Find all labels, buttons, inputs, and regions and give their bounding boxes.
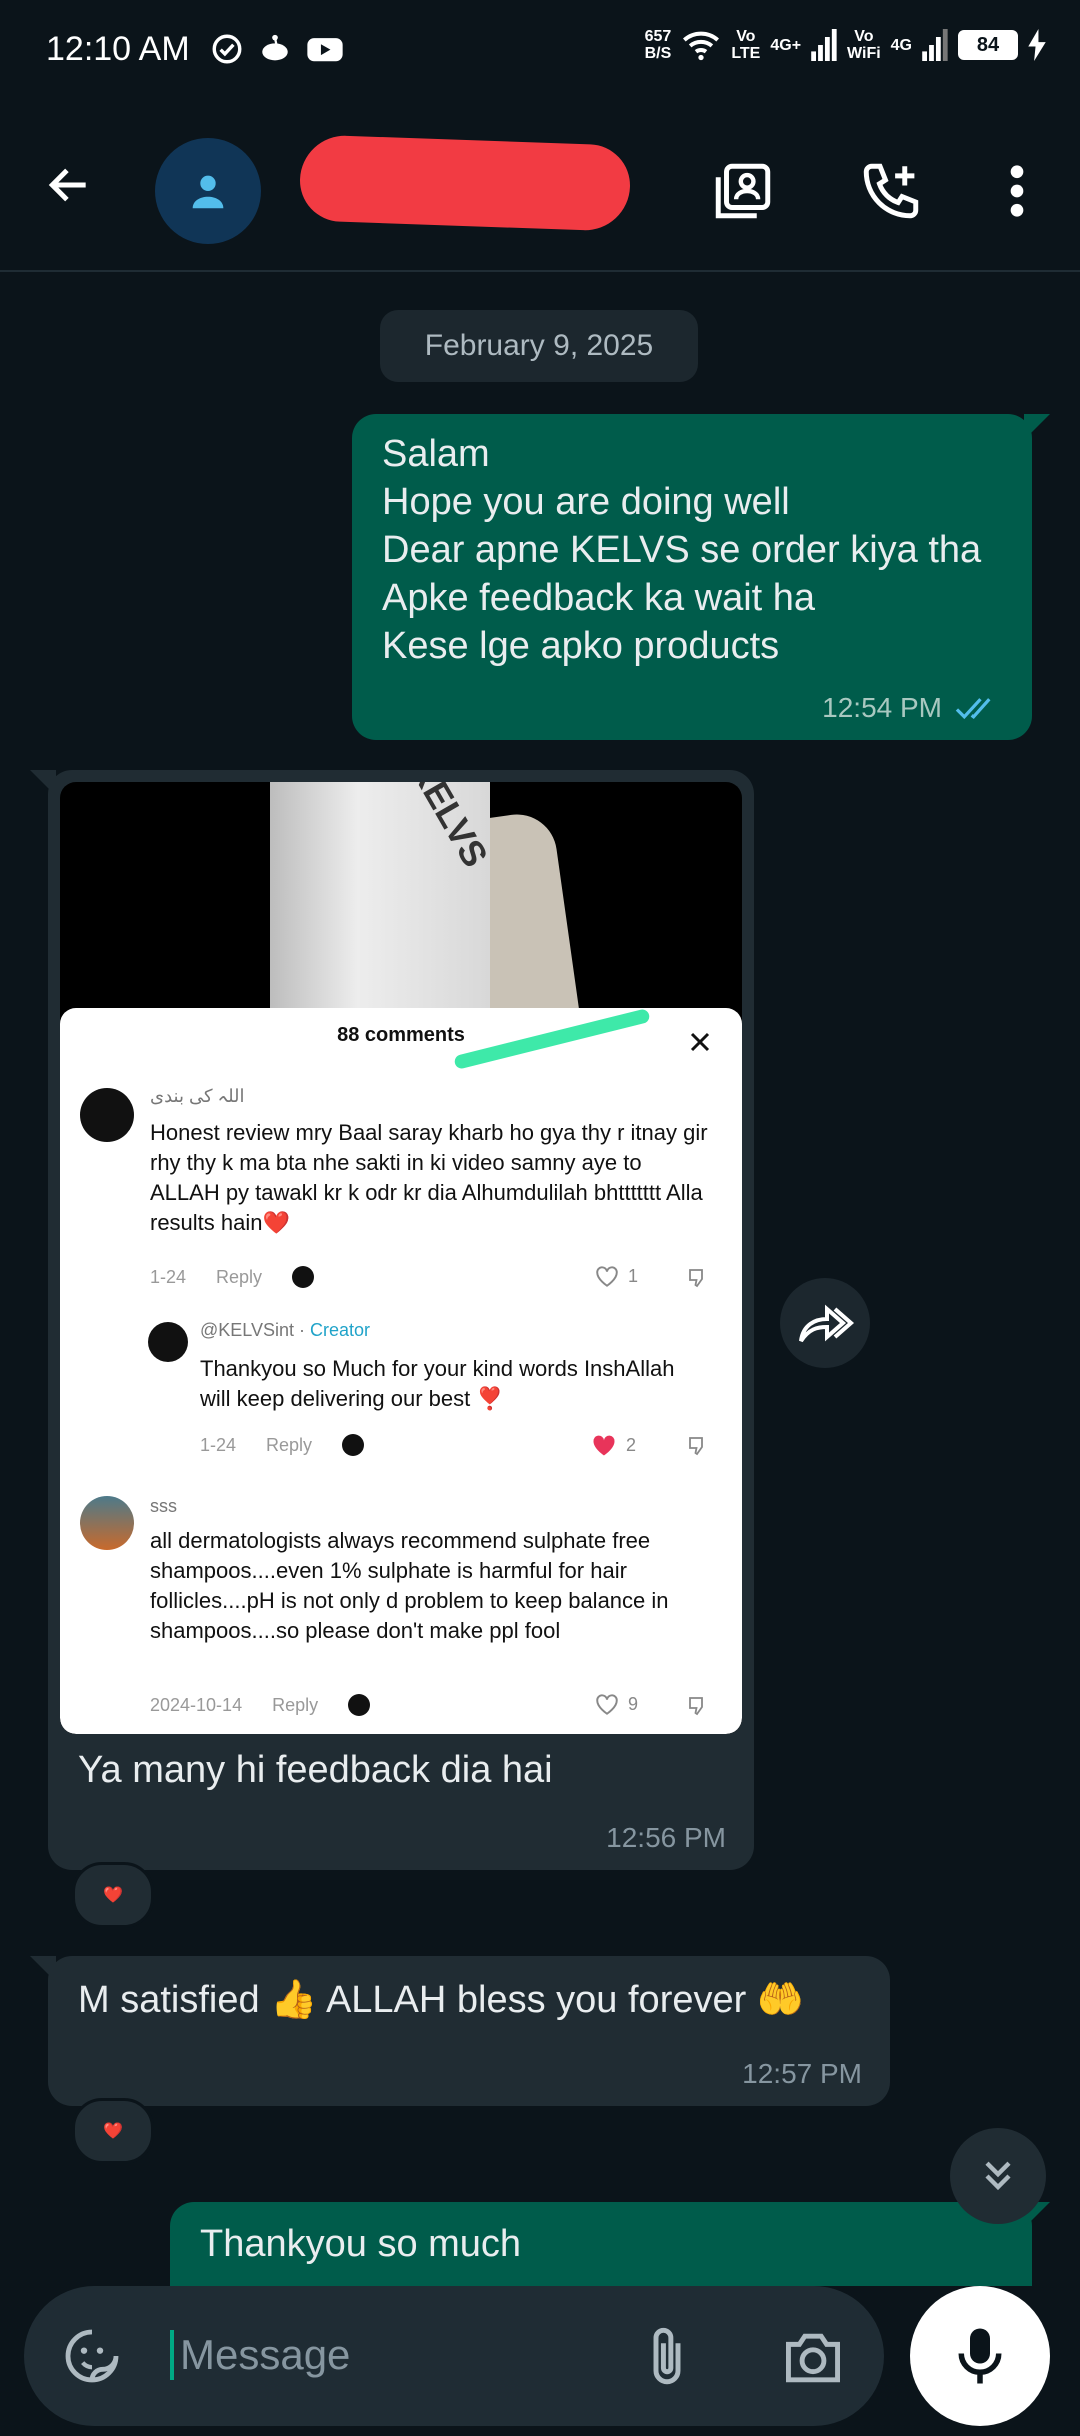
message-time: 12:57 PM bbox=[742, 2058, 862, 2089]
image-caption: Ya many hi feedback dia hai bbox=[78, 1749, 553, 1791]
reply-link: Reply bbox=[216, 1266, 263, 1287]
message-time: 12:54 PM bbox=[822, 692, 942, 723]
add-call-icon[interactable] bbox=[858, 158, 924, 224]
signal-icon-2 bbox=[922, 29, 948, 61]
message-text: Thankyou so much bbox=[200, 2223, 522, 2265]
forward-button[interactable] bbox=[780, 1278, 870, 1368]
commenter-name: sss bbox=[150, 1496, 177, 1516]
youtube-icon bbox=[307, 38, 343, 62]
mic-icon bbox=[958, 2328, 1002, 2384]
shared-screenshot-image[interactable]: KELVS 88 comments اللہ کی بندی Honest re… bbox=[60, 782, 742, 1734]
creator-liked-icon bbox=[292, 1266, 315, 1288]
volte-bottom: LTE bbox=[731, 45, 761, 62]
status-bar: 12:10 AM 657 B/S Vo LTE 4G+ Vo WiFi 4G 84 bbox=[0, 0, 1080, 100]
scroll-to-bottom-button[interactable] bbox=[950, 2128, 1046, 2224]
comments-title: 88 comments bbox=[337, 1024, 465, 1046]
heart-outline-icon bbox=[596, 1266, 618, 1287]
status-time: 12:10 AM bbox=[46, 30, 190, 68]
message-meta: 12:54 PM bbox=[822, 692, 1004, 724]
reply-date: 1-24 bbox=[200, 1434, 237, 1455]
comments-sheet: 88 comments اللہ کی بندی Honest review m… bbox=[60, 1008, 742, 1734]
creator-liked-icon bbox=[348, 1694, 371, 1716]
reddit-icon bbox=[262, 34, 288, 61]
message-text: M satisfied 👍 ALLAH bless you forever 🤲 bbox=[78, 1979, 805, 2021]
volte-top: Vo bbox=[736, 28, 756, 45]
reply-user: @KELVSint bbox=[200, 1320, 294, 1340]
chat-header bbox=[0, 100, 1080, 272]
sim1-type: 4G+ bbox=[770, 36, 802, 54]
charging-icon bbox=[1028, 29, 1046, 61]
reply-separator: · bbox=[293, 1320, 310, 1340]
avatar[interactable] bbox=[155, 138, 261, 244]
dislike-icon bbox=[689, 1697, 703, 1716]
dislike-icon bbox=[689, 1269, 703, 1288]
commenter-avatar bbox=[80, 1088, 134, 1142]
incoming-message[interactable]: M satisfied 👍 ALLAH bless you forever 🤲 … bbox=[30, 1956, 890, 2106]
product-bottle-image: KELVS bbox=[270, 782, 588, 1095]
attach-icon[interactable] bbox=[638, 2324, 696, 2390]
comment-date: 1-24 bbox=[150, 1266, 187, 1287]
more-vert-icon[interactable] bbox=[1000, 158, 1034, 224]
commenter-name: اللہ کی بندی bbox=[150, 1086, 245, 1106]
check-circle-icon bbox=[212, 34, 242, 64]
heart-filled-icon bbox=[593, 1435, 615, 1456]
sim2-type: 4G bbox=[890, 36, 912, 54]
comment-text: all dermatologists always recommend sulp… bbox=[150, 1528, 669, 1643]
net-speed-value: 657 bbox=[644, 28, 672, 45]
net-speed-unit: B/S bbox=[644, 45, 672, 62]
commenter-avatar bbox=[80, 1496, 134, 1550]
composer-bar: Message bbox=[0, 2286, 1080, 2436]
reaction-badge[interactable]: ❤️ bbox=[72, 1862, 154, 1928]
close-icon bbox=[690, 1032, 710, 1052]
sticker-icon[interactable] bbox=[60, 2324, 124, 2388]
message-time: 12:56 PM bbox=[606, 1822, 726, 1853]
forward-icon bbox=[799, 1304, 855, 1343]
message-meta: 12:56 PM bbox=[606, 1822, 726, 1854]
person-icon bbox=[192, 175, 224, 209]
like-count: 2 bbox=[626, 1434, 637, 1455]
status-system-icons: 657 B/S Vo LTE 4G+ Vo WiFi 4G 84 bbox=[645, 28, 1046, 62]
dislike-icon bbox=[689, 1437, 703, 1456]
outgoing-message[interactable]: Salam Hope you are doing well Dear apne … bbox=[352, 414, 1050, 740]
battery-level: 84 bbox=[958, 30, 1018, 60]
wifi-icon bbox=[683, 31, 720, 61]
vowifi-bottom: WiFi bbox=[847, 45, 881, 62]
message-input[interactable]: Message bbox=[170, 2330, 350, 2380]
like-count: 9 bbox=[628, 1693, 639, 1714]
reply-text: Thankyou so Much for your kind words Ins… bbox=[200, 1356, 675, 1411]
message-text: Salam Hope you are doing well Dear apne … bbox=[382, 433, 982, 667]
creator-badge: Creator bbox=[309, 1320, 371, 1340]
message-input-container[interactable]: Message bbox=[24, 2286, 884, 2426]
reaction-badge[interactable]: ❤️ bbox=[72, 2098, 154, 2164]
creator-avatar bbox=[148, 1322, 188, 1362]
contact-name-redacted[interactable] bbox=[298, 134, 632, 232]
comment-text: Honest review mry Baal saray kharb ho gy… bbox=[150, 1120, 708, 1235]
status-notification-icons bbox=[210, 32, 344, 66]
date-chip: February 9, 2025 bbox=[380, 310, 698, 382]
message-meta: 12:57 PM bbox=[742, 2058, 862, 2090]
contact-card-icon[interactable] bbox=[710, 158, 776, 224]
signal-icon bbox=[811, 29, 837, 61]
double-chevron-down-icon bbox=[985, 2161, 1011, 2191]
comment-date: 2024-10-14 bbox=[150, 1694, 243, 1715]
mic-button[interactable] bbox=[910, 2286, 1050, 2426]
camera-icon[interactable] bbox=[780, 2328, 846, 2388]
vowifi-top: Vo bbox=[854, 28, 874, 45]
like-count: 1 bbox=[628, 1265, 639, 1286]
back-arrow-icon[interactable] bbox=[40, 160, 98, 210]
reply-link: Reply bbox=[266, 1434, 313, 1455]
creator-liked-icon bbox=[342, 1434, 365, 1456]
reply-link: Reply bbox=[272, 1694, 319, 1715]
heart-outline-icon bbox=[596, 1694, 618, 1715]
read-ticks-icon bbox=[955, 698, 991, 720]
